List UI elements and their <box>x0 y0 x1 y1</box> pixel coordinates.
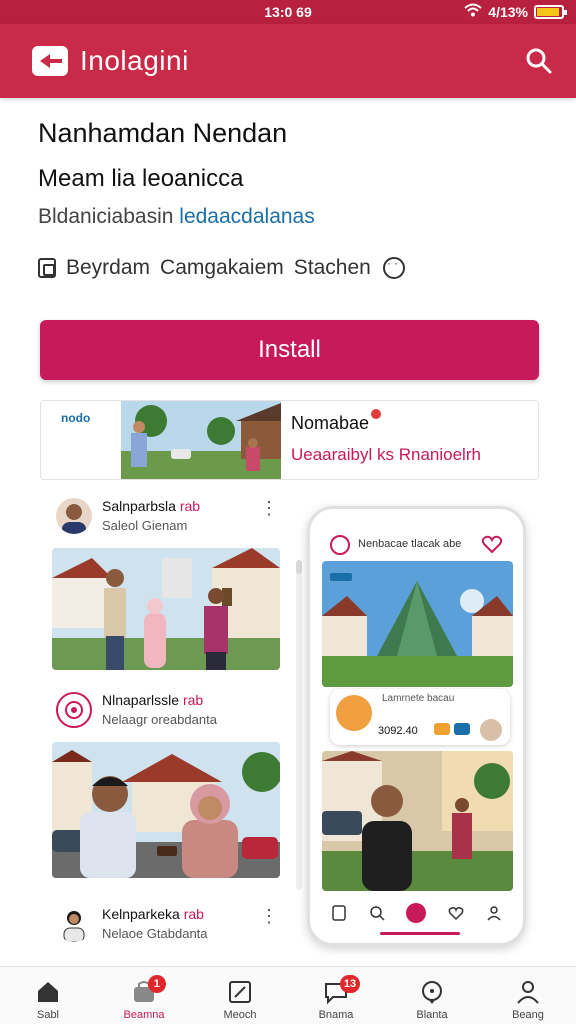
post-header: Kelnparkeka rab Nelaoe Gtabdanta ⋮ <box>52 902 282 948</box>
scrollbar-thumb[interactable] <box>296 560 302 574</box>
message-icon <box>419 979 445 1005</box>
nav-item-edit[interactable]: Meoch <box>192 967 288 1024</box>
phone-app-logo-icon <box>330 535 350 555</box>
phone-nav <box>310 895 523 931</box>
chip-icon <box>454 723 470 735</box>
phone-profile-name: Lamrnete bacau <box>382 693 455 704</box>
battery-icon <box>534 4 567 19</box>
nav-label: Beamna <box>123 1009 165 1021</box>
phone-app-title: Nenbacae tlacak abe <box>358 538 462 550</box>
developer-link[interactable]: ledaacdalanas <box>179 205 314 228</box>
meta-item: Stachen <box>293 256 371 279</box>
phone-preview: Nenbacae tlacak abe Lamrnete bacau 3092.… <box>307 506 526 946</box>
app-subtitle: Meam lia leoanicca <box>38 165 244 192</box>
profile-icon <box>515 979 541 1005</box>
banner-title: Nomabae <box>291 413 370 433</box>
app-name: Nanhamdan Nendan <box>38 118 288 148</box>
phone-home-indicator <box>380 932 460 935</box>
app-bar: Inolagini <box>0 24 576 98</box>
search-icon[interactable] <box>524 46 554 76</box>
avatar <box>480 719 502 741</box>
battery-percent: 4/13% <box>488 3 528 20</box>
avatar[interactable] <box>56 906 92 942</box>
banner-brand: nodo <box>61 411 91 425</box>
phone-preview-image <box>322 561 513 687</box>
nav-item-message[interactable]: Blanta <box>384 967 480 1024</box>
nav-label: Blanta <box>416 1009 448 1021</box>
phone-nav-search-icon <box>369 905 385 921</box>
avatar <box>334 693 374 733</box>
install-button[interactable]: Install <box>40 320 539 380</box>
nav-item-chat[interactable]: 13 Bnama <box>288 967 384 1024</box>
phone-nav-doc-icon <box>331 905 347 921</box>
battery-level <box>537 7 559 16</box>
home-icon <box>35 979 61 1005</box>
banner-text: Ueaaraibyl ks Rnanioelrh <box>291 445 481 464</box>
status-indicators: 4/13% <box>464 3 567 20</box>
developer-line: Bldaniciabasin ledaacdalanas <box>38 205 315 229</box>
rating-icon <box>38 258 56 278</box>
phone-nav-heart-icon <box>448 905 464 921</box>
phone-profile-stat: 3092.40 <box>378 725 418 737</box>
edit-icon <box>227 979 253 1005</box>
app-bar-title: Inolagini <box>80 45 189 76</box>
bottom-nav: Sabl 1 Beamna Meoch 13 Bnama Blanta Bean… <box>0 966 576 1024</box>
chip-icon <box>434 723 450 735</box>
nav-item-home[interactable]: Sabl <box>0 967 96 1024</box>
nav-item-profile[interactable]: Beang <box>480 967 576 1024</box>
avatar[interactable] <box>56 498 92 534</box>
post-subtitle: Saleol Gienam <box>102 518 188 533</box>
notification-badge: 1 <box>147 975 166 993</box>
avatar[interactable] <box>56 692 92 728</box>
more-options-icon[interactable]: ⋮ <box>260 906 278 927</box>
scrollbar[interactable] <box>296 560 302 890</box>
phone-nav-create-icon <box>406 903 427 923</box>
nav-label: Meoch <box>223 1009 257 1021</box>
more-options-icon[interactable]: ⋮ <box>260 498 278 519</box>
nav-label: Sabl <box>36 1009 60 1021</box>
phone-profile-card: Lamrnete bacau 3092.40 <box>330 689 510 745</box>
feed-post[interactable]: Kelnparkeka rab Nelaoe Gtabdanta ⋮ <box>52 902 282 948</box>
phone-nav-profile-icon <box>486 905 502 921</box>
nav-label: Bnama <box>318 1009 354 1021</box>
developer-prefix: Bldaniciabasin <box>38 205 174 228</box>
meta-item: Camgakaiem <box>160 256 284 279</box>
heart-icon <box>481 533 503 555</box>
post-subtitle: Nelaoe Gtabdanta <box>102 926 208 941</box>
notification-badge: 13 <box>339 975 361 993</box>
post-author: Kelnparkeka rab <box>102 906 204 922</box>
nav-item-shop[interactable]: 1 Beamna <box>96 967 192 1024</box>
promo-banner[interactable]: nodo Nomabae Ueaaraibyl ks Rnanioelrh <box>40 400 539 480</box>
post-author: Nlnaparlssle rab <box>102 692 204 708</box>
post-image[interactable] <box>52 742 280 878</box>
feed-post[interactable]: Nlnaparlssle rab Nelaagr oreabdanta <box>52 688 282 878</box>
status-bar: 13:0 69 4/13% <box>0 0 576 24</box>
info-icon[interactable] <box>382 256 405 279</box>
post-author: Salnparbsla rab <box>102 498 201 514</box>
post-header: Nlnaparlssle rab Nelaagr oreabdanta <box>52 688 282 734</box>
app-meta-row: Beyrdam Camgakaiem Stachen <box>38 256 405 280</box>
phone-preview-image <box>322 751 513 891</box>
nav-label: Beang <box>512 1009 544 1021</box>
post-image[interactable] <box>52 548 280 670</box>
wifi-icon <box>464 3 482 20</box>
post-subtitle: Nelaagr oreabdanta <box>102 712 217 727</box>
banner-photo <box>121 401 281 479</box>
meta-item: Beyrdam <box>66 256 151 279</box>
brand-logo-icon <box>32 46 68 76</box>
banner-notification-badge <box>371 409 381 419</box>
post-header: Salnparbsla rab Saleol Gienam ⋮ <box>52 494 282 540</box>
feed-post[interactable]: Salnparbsla rab Saleol Gienam ⋮ <box>52 494 282 670</box>
